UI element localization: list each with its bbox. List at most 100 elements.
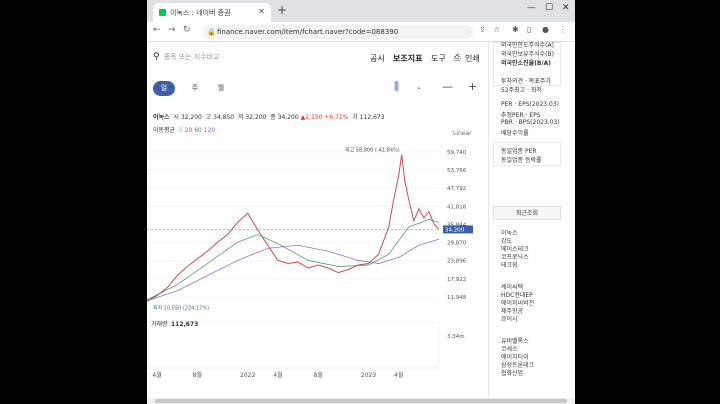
y-tick-label: 41,818 <box>447 204 467 210</box>
close-value: 34,200 <box>277 114 299 121</box>
ma20-legend[interactable]: 20 <box>185 127 193 134</box>
x-tick-label: 2023 <box>361 372 376 379</box>
recent-item[interactable]: 테크윙 <box>501 260 518 269</box>
y-tick-label: 17,922 <box>447 277 466 283</box>
stock-name: 이녹스 <box>153 114 170 121</box>
lock-icon: 🔒 <box>207 28 216 36</box>
low-value: 32,200 <box>245 114 267 121</box>
opinion-label: 투자의견 · 목표주가 <box>501 78 551 85</box>
recent-item[interactable]: 쿄이시 <box>501 314 518 323</box>
ma5-legend[interactable]: 5 <box>179 127 183 134</box>
period-month-button[interactable]: 월 <box>210 81 232 96</box>
share-icon[interactable]: ⇪ <box>479 25 486 34</box>
min-annotation: 최저 10,550 (224.17%) <box>153 304 209 311</box>
y-tick-label: 29,870 <box>447 241 467 247</box>
candle-chart-icon[interactable]: ⫼ <box>394 80 399 94</box>
week52-label: 52주최고 · 최저 <box>501 87 542 94</box>
horizontal-scrollbar-thumb[interactable] <box>155 399 567 403</box>
browser-window: 이녹스 : 네이버 증권 ✕ + — ☐ ✕ ← → ↻ 🔒 finance.n… <box>147 0 575 404</box>
ma-label: 이동평균 <box>153 127 176 134</box>
price-chart[interactable]: 거래량 112,673 3.34m 59,740 53,766 47,792 41,818… <box>147 138 489 398</box>
minimize-icon[interactable]: — <box>527 3 536 13</box>
new-tab-icon[interactable]: + <box>277 3 287 17</box>
bookmark-star-icon[interactable]: ☆ <box>493 25 500 34</box>
price-summary: 이녹스 시 32,200 고 34,850 저 32,200 종 34,200 … <box>153 112 385 121</box>
volume-axis-tick: 3.34m <box>447 334 465 340</box>
menu-tools[interactable]: 도구 <box>431 53 446 64</box>
menu-indicators[interactable]: 보조지표 <box>393 53 422 64</box>
x-tick-label: 4월 <box>152 371 161 379</box>
reload-icon[interactable]: ↻ <box>183 25 191 35</box>
recent-views-title: 최근조회 <box>493 206 561 220</box>
ma120-legend[interactable]: 120 <box>204 127 215 134</box>
change-pct: +6.71% <box>324 114 349 121</box>
forward-icon[interactable]: → <box>168 25 176 35</box>
sidepanel-icon[interactable]: ▯ <box>527 25 531 34</box>
page-content: ⚲ 종목 또는 지수비교 공시 보조지표 도구 ⎙ 인쇄 일 주 월 ⫼ ⌄ —… <box>147 42 575 398</box>
high-label: 고 <box>205 114 212 121</box>
high-value: 34,850 <box>213 114 235 121</box>
x-tick-label: 4월 <box>394 371 403 379</box>
menu-print[interactable]: 인쇄 <box>465 53 480 64</box>
dividend-label: 배당수익률 <box>501 130 529 137</box>
industry-change-label: 동일업종 등락률 <box>501 157 542 164</box>
volume-label: 거 <box>352 114 358 121</box>
stock-search[interactable]: ⚲ 종목 또는 지수비교 <box>153 52 220 62</box>
y-tick-label: 11,948 <box>447 295 467 301</box>
back-icon[interactable]: ← <box>153 25 161 35</box>
open-label: 시 <box>173 114 179 121</box>
zoom-in-icon[interactable]: + <box>468 80 477 93</box>
x-tick-label: 2022 <box>240 372 255 379</box>
menu-disclosure[interactable]: 공시 <box>370 53 385 64</box>
url-text: finance.naver.com/item/fchart.naver?code… <box>217 28 399 36</box>
ma-series-line <box>147 238 440 302</box>
volume-label: 거래량 <box>151 320 168 328</box>
y-tick-label: 53,766 <box>447 168 467 174</box>
scale-toggle[interactable]: Linear <box>453 130 472 137</box>
tab-title: 이녹스 : 네이버 증권 <box>170 8 231 17</box>
y-tick-label: 59,740 <box>447 150 467 156</box>
address-bar-row: ← → ↻ 🔒 finance.naver.com/item/fchart.na… <box>147 22 575 42</box>
horizontal-scrollbar[interactable] <box>147 398 575 404</box>
industry-per-label: 동일업종 PER <box>501 148 537 155</box>
x-tick-label: 8월 <box>314 371 323 379</box>
y-tick-label: 23,896 <box>447 259 467 265</box>
profile-icon[interactable]: ● <box>542 25 549 34</box>
close-window-icon[interactable]: ✕ <box>562 3 570 13</box>
close-label: 종 <box>270 114 276 121</box>
ma60-legend[interactable]: 60 <box>194 127 202 134</box>
chart-type-dropdown-icon[interactable]: ⌄ <box>416 83 422 91</box>
url-field[interactable]: 🔒 finance.naver.com/item/fchart.naver?co… <box>203 25 473 39</box>
y-tick-label: 47,792 <box>447 186 466 192</box>
volume-panel <box>147 321 440 367</box>
zoom-out-icon[interactable]: — <box>442 80 453 93</box>
per-eps-label: PER · EPS(2023.03) <box>501 101 560 108</box>
ma-series-line <box>147 219 440 301</box>
menu-icon[interactable]: ⋮ <box>559 25 567 34</box>
change-value: ▲2,150 <box>300 114 323 121</box>
current-price-label: 34,200 <box>445 227 465 233</box>
x-tick-label: 8월 <box>193 371 202 379</box>
period-week-button[interactable]: 주 <box>184 81 206 96</box>
recent-item[interactable]: 협화산업 <box>501 368 523 377</box>
foreign-hold-label: 외국인보유주식수(B) <box>501 51 554 58</box>
low-label: 저 <box>237 114 244 121</box>
close-tab-icon[interactable]: ✕ <box>258 7 265 16</box>
print-icon[interactable]: ⎙ <box>454 53 460 63</box>
chart-panel: ⚲ 종목 또는 지수비교 공시 보조지표 도구 ⎙ 인쇄 일 주 월 ⫼ ⌄ —… <box>147 42 489 398</box>
browser-tab[interactable]: 이녹스 : 네이버 증권 ✕ <box>153 3 271 22</box>
tab-bar: 이녹스 : 네이버 증권 ✕ + — ☐ ✕ <box>147 0 575 22</box>
pbr-bps-label: PBR · BPS(2023.03) <box>501 119 560 126</box>
foreign-ratio-label: 외국인소진율(B/A) <box>501 60 552 67</box>
side-panel: 외국인한도주식수(A) 외국인보유주식수(B) 외국인소진율(B/A) 투자의견… <box>493 42 575 398</box>
moving-average-legend: 이동평균 5 20 60 120 <box>153 125 215 134</box>
est-per-label: 추정PER · EPS <box>501 112 541 119</box>
volume-value: 112,673 <box>171 321 198 328</box>
period-day-button[interactable]: 일 <box>153 81 175 96</box>
open-value: 32,200 <box>180 114 202 121</box>
maximize-icon[interactable]: ☐ <box>545 3 553 13</box>
search-placeholder: 종목 또는 지수비교 <box>163 53 220 61</box>
extensions-icon[interactable]: ✱ <box>512 25 519 34</box>
max-annotation: 최고 58,800 (-41.84%) <box>345 147 400 154</box>
search-icon: ⚲ <box>153 52 160 62</box>
